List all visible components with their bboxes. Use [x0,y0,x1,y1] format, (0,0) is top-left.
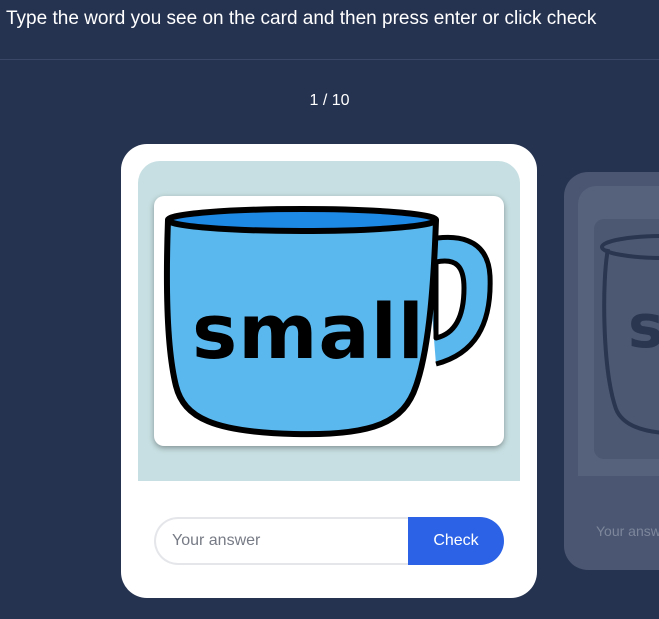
progress-counter: 1 / 10 [309,92,350,109]
instruction-text: Type the word you see on the card and th… [6,8,597,29]
check-button[interactable]: Check [408,517,504,565]
next-card-answer-placeholder: Your answ [596,523,659,539]
cup-icon: small [163,206,493,438]
card-image-panel: small [138,161,520,481]
answer-row: Check [154,517,504,565]
next-card-image-panel: s [578,186,659,476]
header-divider [0,59,659,60]
card-image-frame: small [154,196,504,446]
next-card-word: s [628,292,659,362]
flashcard: small Check [121,144,537,598]
answer-input[interactable] [154,517,416,565]
card-word: small [192,287,425,376]
next-card-cup-icon: s [600,234,659,435]
next-card: s Your answ [564,172,659,570]
next-card-image-frame: s [594,219,659,459]
flashcard-page: Type the word you see on the card and th… [0,0,659,619]
